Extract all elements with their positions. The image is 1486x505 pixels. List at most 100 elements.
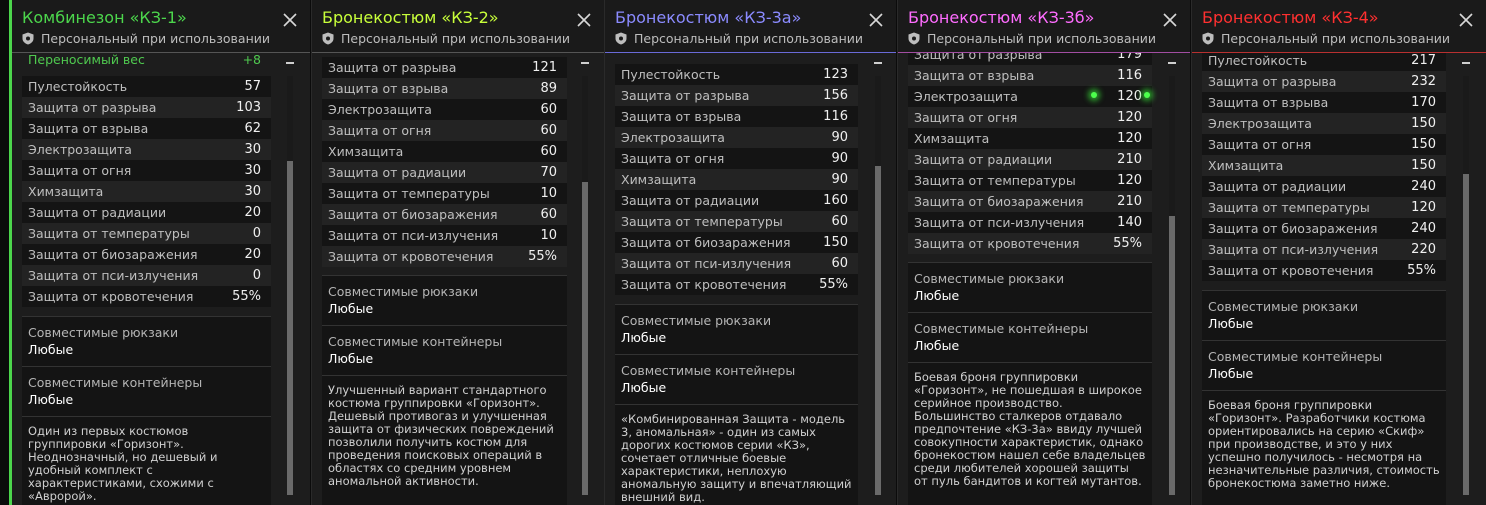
stat-label: Защита от огня — [28, 163, 132, 178]
stat-row: Защита от пси-излучения 10 — [322, 225, 567, 246]
stat-row: Защита от взрыва 116 — [908, 65, 1152, 86]
item-title: Бронекостюм «КЗ-4» — [1202, 8, 1379, 27]
stat-label: Защита от радиации — [621, 193, 760, 208]
stat-value: 60 — [540, 207, 557, 222]
close-button[interactable] — [1456, 10, 1476, 30]
containers-label: Совместимые контейнеры — [621, 363, 796, 378]
stat-row: Электрозащита 150 — [1202, 113, 1446, 134]
stat-value: 0 — [252, 226, 261, 241]
stat-label: Защита от температуры — [621, 214, 783, 229]
stat-value: 179 — [1117, 52, 1142, 62]
stat-label: Защита от биозаражения — [28, 247, 198, 262]
stat-label: Защита от взрыва — [28, 121, 149, 136]
close-button[interactable] — [866, 10, 886, 30]
stat-row: Защита от биозаражения 240 — [1202, 218, 1446, 239]
stat-row: Защита от радиации 240 — [1202, 176, 1446, 197]
stat-label: Защита от температуры — [1208, 200, 1370, 215]
stat-row: Защита от кровотечения 55% — [908, 233, 1152, 254]
scroll-track[interactable] — [582, 76, 588, 495]
stat-label: Защита от огня — [328, 123, 432, 138]
containers-label: Совместимые контейнеры — [1208, 349, 1383, 364]
stat-label: Защита от разрыва — [621, 88, 750, 103]
scrollbar[interactable] — [1166, 58, 1178, 495]
subtitle-text: Персональный при использовании — [634, 31, 863, 46]
stat-value: 55% — [528, 249, 557, 264]
stat-label: Защита от биозаражения — [914, 194, 1084, 209]
scroll-up-minus-icon[interactable] — [581, 62, 589, 64]
stat-row: Электрозащита 90 — [615, 127, 858, 148]
stat-label: Защита от кровотечения — [914, 236, 1080, 251]
stat-value: 120 — [1117, 131, 1142, 146]
compatible-backpacks: Совместимые рюкзаки Любые — [908, 262, 1152, 312]
stat-row: Защита от огня 120 — [908, 107, 1152, 128]
scroll-up-minus-icon[interactable] — [1462, 62, 1470, 64]
subtitle-text: Персональный при использовании — [341, 31, 570, 46]
stat-row: Защита от радиации 20 — [22, 202, 271, 223]
stat-row: Защита от температуры 10 — [322, 183, 567, 204]
scrollbar[interactable] — [284, 58, 296, 495]
scroll-track[interactable] — [1169, 76, 1175, 495]
stat-row: Защита от температуры 120 — [908, 170, 1152, 191]
containers-value: Любые — [328, 351, 374, 366]
stat-row: Химзащита 120 — [908, 128, 1152, 149]
stat-row: Защита от взрыва 116 — [615, 106, 858, 127]
compatible-backpacks: Совместимые рюкзаки Любые — [322, 275, 567, 325]
backpacks-label: Совместимые рюкзаки — [914, 271, 1065, 286]
stat-label: Защита от температуры — [328, 186, 490, 201]
scroll-up-minus-icon[interactable] — [874, 62, 882, 64]
stat-value: 60 — [540, 144, 557, 159]
shield-icon — [1202, 32, 1214, 45]
stat-label: Химзащита — [914, 131, 990, 146]
scroll-thumb[interactable] — [1463, 174, 1469, 495]
backpacks-value: Любые — [28, 342, 74, 357]
stat-label: Защита от огня — [914, 110, 1018, 125]
card-header: Бронекостюм «КЗ-2» Персональный при испо… — [312, 0, 604, 53]
item-subtitle: Персональный при использовании — [615, 31, 863, 46]
compatible-containers: Совместимые контейнеры Любые — [322, 325, 567, 375]
scrollbar[interactable] — [872, 58, 884, 495]
scroll-thumb[interactable] — [287, 161, 293, 495]
containers-label: Совместимые контейнеры — [914, 321, 1089, 336]
scroll-track[interactable] — [1463, 76, 1469, 495]
scrollbar[interactable] — [579, 58, 591, 495]
stat-value: 170 — [1411, 95, 1436, 110]
stat-label: Защита от кровотечения — [621, 277, 787, 292]
close-button[interactable] — [1160, 10, 1180, 30]
stat-row: Защита от разрыва 121 — [322, 57, 567, 78]
item-subtitle: Персональный при использовании — [322, 31, 570, 46]
scroll-up-minus-icon[interactable] — [286, 62, 294, 64]
scrollbar[interactable] — [1460, 58, 1472, 495]
carry-weight-row: Переносимый вес +8 — [22, 53, 271, 71]
scroll-track[interactable] — [875, 76, 881, 495]
stat-row: Пулестойкость 123 — [615, 64, 858, 85]
item-card-kz4: Бронекостюм «КЗ-4» Персональный при испо… — [1191, 0, 1486, 505]
stat-row: Защита от разрыва 156 — [615, 85, 858, 106]
close-button[interactable] — [280, 10, 300, 30]
cursor-glow-icon — [1144, 92, 1150, 98]
item-title: Бронекостюм «КЗ-3б» — [908, 8, 1095, 27]
close-button[interactable] — [574, 10, 594, 30]
scroll-up-minus-icon[interactable] — [1168, 62, 1176, 64]
stat-value: 220 — [1411, 242, 1436, 257]
scroll-track[interactable] — [287, 76, 293, 495]
stats-table: Пулестойкость 123 Защита от разрыва 156 За… — [615, 64, 858, 295]
stat-value: 55% — [232, 289, 261, 304]
close-icon — [1459, 13, 1473, 27]
stat-row: Пулестойкость 217 — [1202, 52, 1446, 71]
scroll-thumb[interactable] — [582, 182, 588, 495]
stat-row: Защита от радиации 160 — [615, 190, 858, 211]
stat-label: Защита от пси-излучения — [1208, 242, 1379, 257]
stat-row: Защита от разрыва 103 — [22, 97, 271, 118]
card-body: Пулестойкость 217 Защита от разрыва 232 За… — [1202, 52, 1446, 505]
shield-icon — [908, 32, 920, 45]
stat-label: Защита от радиации — [1208, 179, 1347, 194]
stat-value: 232 — [1411, 74, 1436, 89]
backpacks-value: Любые — [914, 288, 960, 303]
scroll-thumb[interactable] — [875, 166, 881, 495]
item-description: Улучшенный вариант стандартного костюма … — [322, 375, 567, 505]
scroll-thumb[interactable] — [1169, 216, 1175, 495]
subtitle-text: Персональный при использовании — [927, 31, 1156, 46]
stat-row: Защита от кровотечения 55% — [22, 286, 271, 307]
close-icon — [1163, 13, 1177, 27]
backpacks-label: Совместимые рюкзаки — [1208, 299, 1359, 314]
